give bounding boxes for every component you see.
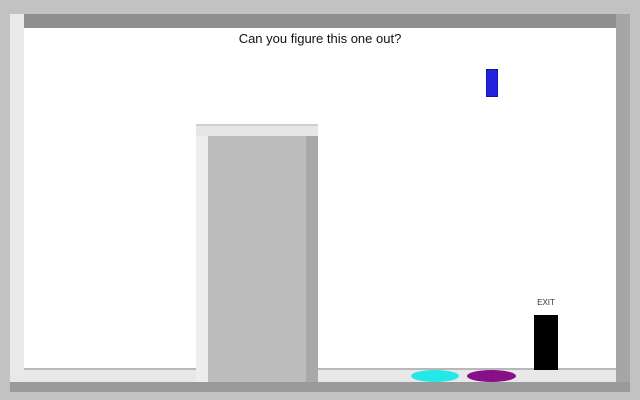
frame-right-wall: [616, 14, 630, 386]
pillar-cap: [196, 124, 318, 136]
frame-left-wall: [10, 14, 24, 386]
player-block[interactable]: [486, 69, 498, 97]
frame-bottom-wall: [10, 382, 630, 392]
purple-portal-pad[interactable]: [467, 370, 516, 382]
pillar-right-bevel: [306, 124, 318, 382]
floor-right: [308, 368, 616, 382]
exit-door[interactable]: [534, 315, 558, 370]
pillar-left-bevel: [196, 124, 208, 382]
frame-top-wall: [10, 14, 630, 28]
floor-left: [24, 368, 206, 382]
level-message: Can you figure this one out?: [238, 31, 402, 46]
room-interior: [24, 28, 616, 370]
cyan-portal-pad[interactable]: [411, 370, 459, 382]
game-canvas[interactable]: Can you figure this one out? EXIT: [0, 0, 640, 400]
pillar-body: [208, 136, 306, 382]
exit-label: EXIT: [537, 298, 555, 307]
